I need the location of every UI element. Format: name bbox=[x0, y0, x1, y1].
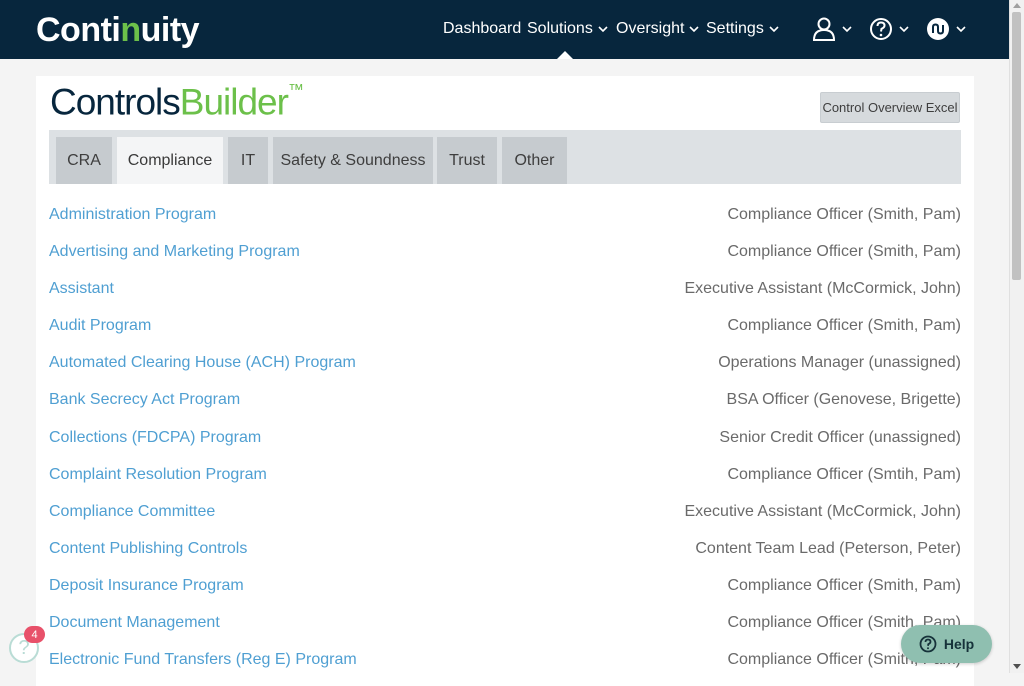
active-nav-pointer bbox=[557, 51, 573, 59]
program-list: Administration Program Compliance Officer… bbox=[49, 197, 961, 679]
program-owner: Compliance Officer (Smtih, Pam) bbox=[727, 465, 961, 483]
help-menu-button[interactable] bbox=[869, 16, 909, 42]
list-item: Assistant Executive Assistant (McCormick,… bbox=[49, 271, 961, 308]
help-button-label: Help bbox=[943, 636, 975, 652]
program-owner: BSA Officer (Genovese, Brigette) bbox=[726, 391, 961, 409]
program-owner: Operations Manager (unassigned) bbox=[718, 354, 961, 372]
nav-settings-label: Settings bbox=[706, 20, 764, 37]
program-link[interactable]: Document Management bbox=[49, 614, 220, 632]
program-owner: Senior Credit Officer (unassigned) bbox=[719, 428, 961, 446]
nav-settings[interactable]: Settings bbox=[706, 20, 779, 38]
chevron-down-icon bbox=[598, 26, 608, 33]
list-item: Bank Secrecy Act Program BSA Officer (Gen… bbox=[49, 382, 961, 419]
user-menu-button[interactable] bbox=[812, 16, 852, 42]
program-link[interactable]: Collections (FDCPA) Program bbox=[49, 429, 261, 447]
page-scrollbar[interactable] bbox=[1009, 0, 1024, 673]
program-owner: Executive Assistant (McCormick, John) bbox=[684, 280, 961, 298]
chevron-down-icon bbox=[689, 26, 700, 33]
list-item: Deposit Insurance Program Compliance Offi… bbox=[49, 568, 961, 605]
nav-solutions[interactable]: Solutions bbox=[527, 20, 608, 38]
list-item: Audit Program Compliance Officer (Smith, … bbox=[49, 308, 961, 345]
program-owner: Content Team Lead (Peterson, Peter) bbox=[695, 539, 961, 557]
nav-oversight[interactable]: Oversight bbox=[616, 20, 700, 38]
list-item: Complaint Resolution Program Compliance O… bbox=[49, 457, 961, 494]
chevron-down-icon bbox=[842, 26, 852, 33]
list-item: Collections (FDCPA) Program Senior Credit… bbox=[49, 420, 961, 457]
chevron-down-icon bbox=[899, 26, 909, 33]
list-item: Compliance Committee Executive Assistant … bbox=[49, 494, 961, 531]
control-overview-excel-button[interactable]: Control Overview Excel bbox=[820, 92, 960, 123]
program-link[interactable]: Administration Program bbox=[49, 206, 216, 224]
help-button[interactable]: Help bbox=[901, 625, 992, 663]
program-link[interactable]: Electronic Fund Transfers (Reg E) Progra… bbox=[49, 651, 357, 669]
brand-title-part1: Controls bbox=[50, 81, 181, 123]
program-link[interactable]: Deposit Insurance Program bbox=[49, 577, 244, 595]
program-link[interactable]: Assistant bbox=[49, 280, 114, 298]
continuity-logo[interactable]: Continuity bbox=[36, 11, 200, 49]
program-link[interactable]: Bank Secrecy Act Program bbox=[49, 391, 240, 409]
top-navigation-bar: Continuity Dashboard Solutions Oversight… bbox=[0, 0, 1010, 59]
list-item: Automated Clearing House (ACH) Program Op… bbox=[49, 345, 961, 382]
controls-builder-title: ControlsBuilder™ bbox=[50, 76, 304, 123]
list-item: Document Management Compliance Officer (S… bbox=[49, 605, 961, 642]
logo-text-accent: n bbox=[120, 11, 141, 49]
user-icon bbox=[812, 17, 836, 41]
program-owner: Compliance Officer (Smith, Pam) bbox=[727, 317, 961, 335]
category-tabs: CRA Compliance IT Safety & Soundness Tru… bbox=[49, 130, 961, 184]
program-owner: Compliance Officer (Smith, Pam) bbox=[727, 576, 961, 594]
controls-builder-panel: ControlsBuilder™ Control Overview Excel … bbox=[36, 76, 974, 686]
tab-it[interactable]: IT bbox=[228, 137, 268, 184]
tab-cra[interactable]: CRA bbox=[56, 137, 112, 184]
scroll-thumb[interactable] bbox=[1012, 12, 1021, 280]
nav-solutions-label: Solutions bbox=[527, 20, 593, 37]
chevron-down-icon bbox=[769, 26, 779, 33]
program-link[interactable]: Complaint Resolution Program bbox=[49, 466, 267, 484]
list-item: Electronic Fund Transfers (Reg E) Progra… bbox=[49, 642, 961, 679]
tab-compliance[interactable]: Compliance bbox=[117, 137, 223, 184]
list-item: Advertising and Marketing Program Complia… bbox=[49, 234, 961, 271]
question-circle-icon bbox=[870, 18, 892, 40]
tab-trust[interactable]: Trust bbox=[437, 137, 497, 184]
program-link[interactable]: Content Publishing Controls bbox=[49, 540, 247, 558]
brand-title-part2: Builder bbox=[179, 81, 289, 123]
nav-oversight-label: Oversight bbox=[616, 20, 685, 37]
program-owner: Compliance Officer (Smith, Pam) bbox=[727, 206, 961, 223]
org-menu-button[interactable] bbox=[926, 16, 966, 42]
chevron-down-icon bbox=[956, 26, 966, 33]
program-link[interactable]: Automated Clearing House (ACH) Program bbox=[49, 354, 356, 372]
program-link[interactable]: Audit Program bbox=[49, 317, 151, 335]
trademark-mark: ™ bbox=[287, 82, 304, 99]
list-item: Content Publishing Controls Content Team … bbox=[49, 531, 961, 568]
program-link[interactable]: Advertising and Marketing Program bbox=[49, 243, 300, 261]
list-item: Administration Program Compliance Officer… bbox=[49, 197, 961, 234]
program-owner: Executive Assistant (McCormick, John) bbox=[684, 502, 961, 520]
continuity-mark-icon bbox=[927, 18, 949, 40]
scroll-up-arrow-icon[interactable] bbox=[1013, 3, 1021, 8]
notification-badge: 4 bbox=[24, 626, 45, 643]
logo-text-left: Conti bbox=[36, 11, 121, 49]
tab-other[interactable]: Other bbox=[502, 137, 567, 184]
nav-dashboard-label: Dashboard bbox=[443, 20, 522, 37]
program-link[interactable]: Compliance Committee bbox=[49, 503, 215, 521]
nav-dashboard[interactable]: Dashboard bbox=[443, 20, 521, 38]
question-circle-icon bbox=[919, 635, 937, 653]
program-owner: Compliance Officer (Smith, Pam) bbox=[727, 243, 961, 261]
scroll-down-arrow-icon[interactable] bbox=[1013, 664, 1021, 669]
tab-safety-soundness[interactable]: Safety & Soundness bbox=[273, 137, 433, 184]
logo-text-right: uity bbox=[140, 11, 200, 49]
